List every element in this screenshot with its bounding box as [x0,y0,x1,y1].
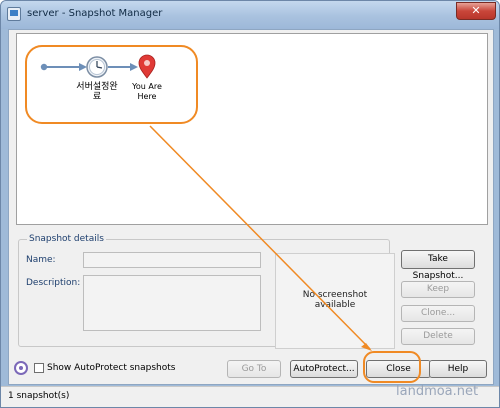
screenshot-preview: No screenshot available [275,253,395,349]
here-label-line2: Here [138,92,157,101]
show-autoprotect-checkbox[interactable] [34,363,44,373]
snapshot-label-line1: 서버설정완 [76,81,117,92]
no-screenshot-line1: No screenshot [302,290,368,300]
title-bar[interactable]: server - Snapshot Manager ✕ [1,1,499,29]
autoprotect-button[interactable]: AutoProtect... [290,360,358,378]
snapshot-manager-window: server - Snapshot Manager ✕ 서버설정완 료 You … [0,0,500,408]
description-field[interactable] [83,275,261,331]
tree-arrow-icon-2 [130,63,138,71]
here-label-line1: You Are [131,82,162,91]
help-button[interactable]: Help [429,360,487,378]
delete-button[interactable]: Delete [401,328,475,345]
tree-arrow-icon [79,63,87,71]
go-to-button[interactable]: Go To [227,360,281,378]
name-label: Name: [26,255,56,265]
watermark: landmoa.net [396,384,479,399]
snapshot-tree-panel[interactable]: 서버설정완 료 You Are Here [16,33,488,225]
close-button[interactable]: Close [366,360,431,378]
no-screenshot-line2: available [314,300,356,310]
snapshot-clock-icon[interactable] [86,56,108,78]
status-text: 1 snapshot(s) [8,391,70,401]
description-label: Description: [26,278,81,288]
take-snapshot-button[interactable]: Take Snapshot... [401,250,475,281]
snapshot-details-legend: Snapshot details [27,234,106,244]
help-icon[interactable] [14,361,28,375]
clone-button[interactable]: Clone... [401,305,475,322]
snapshot-tree: 서버설정완 료 You Are Here [40,54,162,102]
snapshot-label-line2: 료 [93,92,101,102]
snapshot-details-group: Snapshot details Name: Description: No s… [18,234,395,349]
window-title: server - Snapshot Manager [27,8,163,19]
window-close-icon[interactable]: ✕ [456,2,496,20]
app-icon [7,7,21,21]
keep-button[interactable]: Keep [401,281,475,298]
you-are-here-pin-icon [138,54,156,79]
client-area: 서버설정완 료 You Are Here Snapshot details Na… [8,29,494,385]
tree-root-node [40,63,48,71]
show-autoprotect-label[interactable]: Show AutoProtect snapshots [47,363,175,373]
name-field[interactable] [83,252,261,268]
